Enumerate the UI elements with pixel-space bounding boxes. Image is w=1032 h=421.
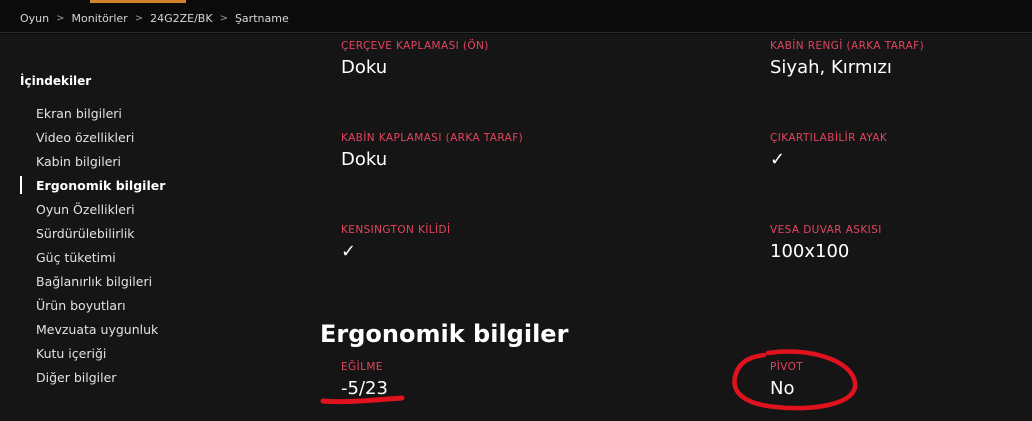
- toc-item-ekran-bilgileri[interactable]: Ekran bilgileri: [20, 101, 300, 125]
- section-title-ergonomics: Ergonomik bilgiler: [320, 320, 569, 348]
- spec-label: EĞİLME: [341, 361, 383, 373]
- toc-item-baglanirlik-bilgileri[interactable]: Bağlanırlık bilgileri: [20, 269, 300, 293]
- spec-label: ÇIKARTILABİLİR AYAK: [770, 132, 888, 144]
- breadcrumb-item-monitorler[interactable]: Monitörler: [72, 12, 128, 25]
- spec-kensington-lock: KENSINGTON KİLİDİ ✓: [341, 223, 451, 263]
- check-icon: ✓: [341, 241, 357, 262]
- toc-item-mevzuata-uygunluk[interactable]: Mevzuata uygunluk: [20, 317, 300, 341]
- spec-value: Siyah, Kırmızı: [770, 57, 892, 78]
- toc-item-guc-tuketimi[interactable]: Güç tüketimi: [20, 245, 300, 269]
- spec-label: ÇERÇEVE KAPLAMASI (ÖN): [341, 40, 489, 52]
- spec-label: KENSINGTON KİLİDİ: [341, 224, 451, 236]
- breadcrumb-separator-icon: >: [134, 12, 144, 24]
- breadcrumb: Oyun > Monitörler > 24G2ZE/BK > Şartname: [20, 10, 289, 26]
- breadcrumb-item-model[interactable]: 24G2ZE/BK: [150, 12, 212, 25]
- toc-item-oyun-ozellikleri[interactable]: Oyun Özellikleri: [20, 197, 300, 221]
- annotation-circle: [732, 349, 858, 411]
- spec-cabinet-finish-back: KABİN KAPLAMASI (ARKA TARAF) Doku: [341, 131, 523, 171]
- toc-item-urun-boyutlari[interactable]: Ürün boyutları: [20, 293, 300, 317]
- spec-removable-stand: ÇIKARTILABİLİR AYAK ✓: [770, 131, 887, 171]
- toc-list: Ekran bilgileri Video özellikleri Kabin …: [20, 101, 300, 389]
- spec-label: KABİN KAPLAMASI (ARKA TARAF): [341, 132, 524, 144]
- top-bar: Oyun > Monitörler > 24G2ZE/BK > Şartname: [0, 0, 1032, 34]
- toc-item-diger-bilgiler[interactable]: Diğer bilgiler: [20, 365, 300, 389]
- toc-item-kabin-bilgileri[interactable]: Kabin bilgileri: [20, 149, 300, 173]
- toc-item-kutu-icerigi[interactable]: Kutu içeriği: [20, 341, 300, 365]
- spec-value: Doku: [341, 57, 388, 78]
- spec-value: 100x100: [770, 241, 850, 262]
- annotation-underline: [320, 395, 405, 405]
- spec-label: KABİN RENGİ (ARKA TARAF): [770, 40, 925, 52]
- spec-vesa-wall-mount: VESA DUVAR ASKISI 100x100: [770, 223, 882, 263]
- spec-label: VESA DUVAR ASKISI: [770, 224, 882, 236]
- breadcrumb-separator-icon: >: [219, 12, 228, 24]
- check-icon: ✓: [770, 149, 786, 170]
- toc-item-video-ozellikleri[interactable]: Video özellikleri: [20, 125, 300, 149]
- tab-accent-indicator: [90, 0, 186, 3]
- toc-item-ergonomik-bilgiler[interactable]: Ergonomik bilgiler: [20, 173, 300, 197]
- breadcrumb-item-oyun[interactable]: Oyun: [20, 12, 49, 25]
- breadcrumb-item-current: Şartname: [234, 11, 289, 25]
- breadcrumb-separator-icon: >: [56, 12, 65, 24]
- top-bar-divider: [0, 32, 1032, 33]
- toc-title: İçindekiler: [20, 74, 92, 88]
- spec-value: Doku: [341, 149, 388, 170]
- spec-cabinet-color-back: KABİN RENGİ (ARKA TARAF) Siyah, Kırmızı: [770, 39, 924, 79]
- spec-frame-finish-front: ÇERÇEVE KAPLAMASI (ÖN) Doku: [341, 39, 489, 79]
- toc-item-surdurulebilirlik[interactable]: Sürdürülebilirlik: [20, 221, 300, 245]
